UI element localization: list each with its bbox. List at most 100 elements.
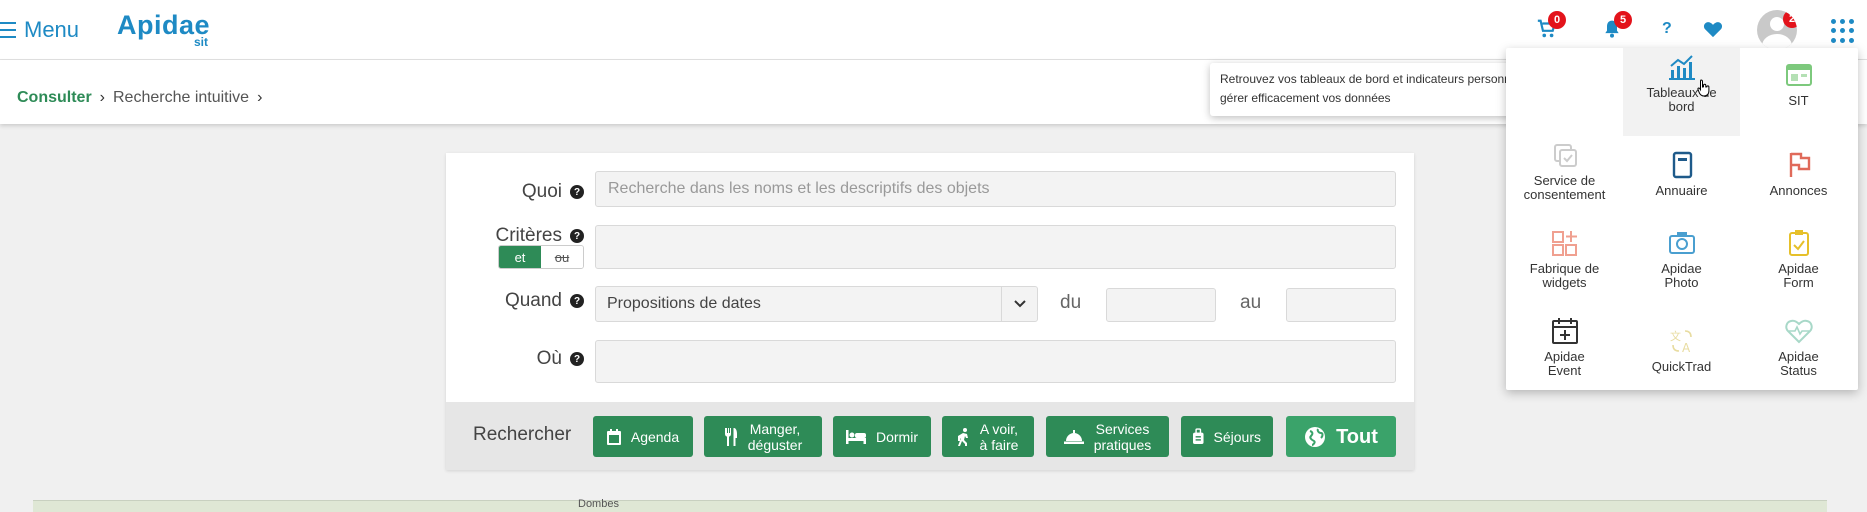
app-apidae-photo[interactable]: Apidae Photo (1623, 224, 1740, 312)
camera-icon (1668, 232, 1695, 254)
breadcrumb: Consulter › Recherche intuitive › (17, 89, 262, 107)
menu-label: Menu (24, 17, 80, 42)
chevron-right-icon: › (99, 89, 105, 106)
quand-label: Quand (504, 290, 562, 311)
calendar-plus-icon (1551, 318, 1578, 344)
avoir-faire-button[interactable]: A voir, à faire (942, 416, 1034, 457)
app-label: Service de consentement (1523, 173, 1606, 202)
chevron-right-icon: › (257, 89, 263, 106)
help-icon[interactable]: ? (570, 352, 584, 366)
search-panel: Quoi? Recherche dans les noms et les des… (446, 153, 1414, 470)
notifications-badge: 5 (1614, 11, 1632, 29)
services-button[interactable]: Services pratiques (1046, 416, 1169, 457)
quand-label-wrap: Quand? (446, 288, 584, 318)
et-ou-toggle[interactable]: et ou (498, 245, 584, 269)
app-label: Apidae Photo (1661, 261, 1702, 290)
app-label: Apidae Form (1778, 261, 1819, 290)
bell-service-icon (1063, 429, 1084, 444)
criteres-input[interactable] (595, 225, 1396, 269)
date-from-input[interactable] (1106, 288, 1216, 322)
breadcrumb-consulter[interactable]: Consulter (17, 89, 92, 107)
app-apidae-form[interactable]: Apidae Form (1740, 224, 1857, 312)
agenda-button[interactable]: Agenda (593, 416, 693, 457)
app-apidae-status[interactable]: Apidae Status (1740, 312, 1857, 400)
agenda-label: Agenda (630, 428, 680, 445)
dormir-button[interactable]: Dormir (833, 416, 931, 457)
toggle-ou[interactable]: ou (541, 246, 583, 268)
book-icon (1672, 151, 1692, 179)
toggle-et[interactable]: et (499, 246, 541, 268)
app-label: SIT (1788, 93, 1809, 108)
quand-value: Propositions de dates (607, 295, 761, 312)
user-avatar[interactable]: 2 (1757, 10, 1797, 50)
hamburger-icon (0, 22, 16, 38)
app-label: Annuaire (1655, 183, 1708, 198)
avatar-badge: 2 (1783, 10, 1797, 28)
flag-icon (1789, 152, 1810, 177)
au-label: au (1240, 292, 1262, 313)
apps-menu: Tableaux de bord SIT Service de consenteme… (1506, 48, 1858, 390)
heart-icon (1703, 22, 1723, 38)
sejours-button[interactable]: Séjours (1181, 416, 1273, 457)
favorites-button[interactable] (1703, 20, 1723, 43)
date-to-input[interactable] (1286, 288, 1396, 322)
avoir-faire-label: A voir, à faire (979, 420, 1019, 453)
heart-pulse-icon (1784, 319, 1813, 344)
help-icon[interactable]: ? (570, 294, 584, 308)
ou-input[interactable] (595, 340, 1396, 383)
suitcase-icon (1193, 427, 1204, 444)
calendar-icon (606, 428, 621, 445)
app-label: Apidae Event (1544, 349, 1585, 378)
manger-button[interactable]: Manger, déguster (704, 416, 822, 457)
logo-sub: sit (194, 35, 209, 49)
cart-badge: 0 (1548, 11, 1566, 29)
svg-text:A: A (1682, 341, 1691, 355)
app-apidae-event[interactable]: Apidae Event (1506, 312, 1623, 400)
quoi-input[interactable]: Recherche dans les noms et les descripti… (595, 171, 1396, 207)
hand-cursor-icon (1697, 79, 1710, 97)
help-icon[interactable]: ? (570, 185, 584, 199)
menu-button[interactable]: Menu (0, 17, 79, 43)
app-label: QuickTrad (1651, 359, 1712, 374)
app-quicktrad[interactable]: 文A QuickTrad (1623, 312, 1740, 400)
ou-label-wrap: Où? (446, 346, 584, 376)
app-service-consentement[interactable]: Service de consentement (1506, 136, 1623, 224)
quand-select[interactable]: Propositions de dates (595, 286, 1038, 322)
map[interactable]: Dombes (33, 498, 1827, 512)
svg-text:文: 文 (1670, 329, 1681, 343)
tout-button[interactable]: Tout (1286, 416, 1396, 457)
help-icon[interactable]: ? (570, 229, 584, 243)
app-annuaire[interactable]: Annuaire (1623, 136, 1740, 224)
app-label: Apidae Status (1778, 349, 1819, 378)
quoi-label-wrap: Quoi? (446, 178, 584, 208)
breadcrumb-recherche[interactable]: Recherche intuitive (113, 89, 249, 107)
tout-label: Tout (1336, 425, 1378, 448)
notifications-button[interactable]: 5 (1602, 11, 1632, 45)
tooltip-line2: gérer efficacement vos données (1220, 91, 1391, 105)
app-label: Annonces (1769, 183, 1828, 198)
apidae-logo[interactable]: Apidae sit (117, 10, 210, 49)
app-sit[interactable]: SIT (1740, 48, 1857, 136)
help-button[interactable]: ? (1662, 20, 1672, 38)
sejours-label: Séjours (1213, 428, 1261, 445)
app-tableaux-de-bord[interactable]: Tableaux de bord (1623, 48, 1740, 136)
app-annonces[interactable]: Annonces (1740, 136, 1857, 224)
bed-icon (846, 429, 866, 444)
criteres-label: Critères (495, 225, 562, 246)
app-fabrique-widgets[interactable]: Fabrique de widgets (1506, 224, 1623, 312)
ou-label: Où (536, 348, 562, 369)
cart-button[interactable]: 0 (1536, 11, 1566, 45)
dormir-label: Dormir (876, 428, 918, 445)
translate-icon: 文A (1670, 329, 1692, 355)
search-actions-bar: Rechercher Agenda Manger, déguster Dormir… (446, 402, 1414, 470)
quoi-label: Quoi (521, 181, 562, 202)
apps-grid-button[interactable] (1831, 19, 1855, 43)
chart-icon (1668, 55, 1695, 80)
app-label: Fabrique de widgets (1529, 261, 1600, 290)
chevron-down-icon (1001, 287, 1037, 321)
rechercher-label: Rechercher (473, 424, 572, 445)
widgets-icon (1551, 231, 1577, 256)
consent-icon (1553, 144, 1577, 167)
walking-icon (957, 427, 968, 446)
sit-icon (1785, 64, 1812, 86)
